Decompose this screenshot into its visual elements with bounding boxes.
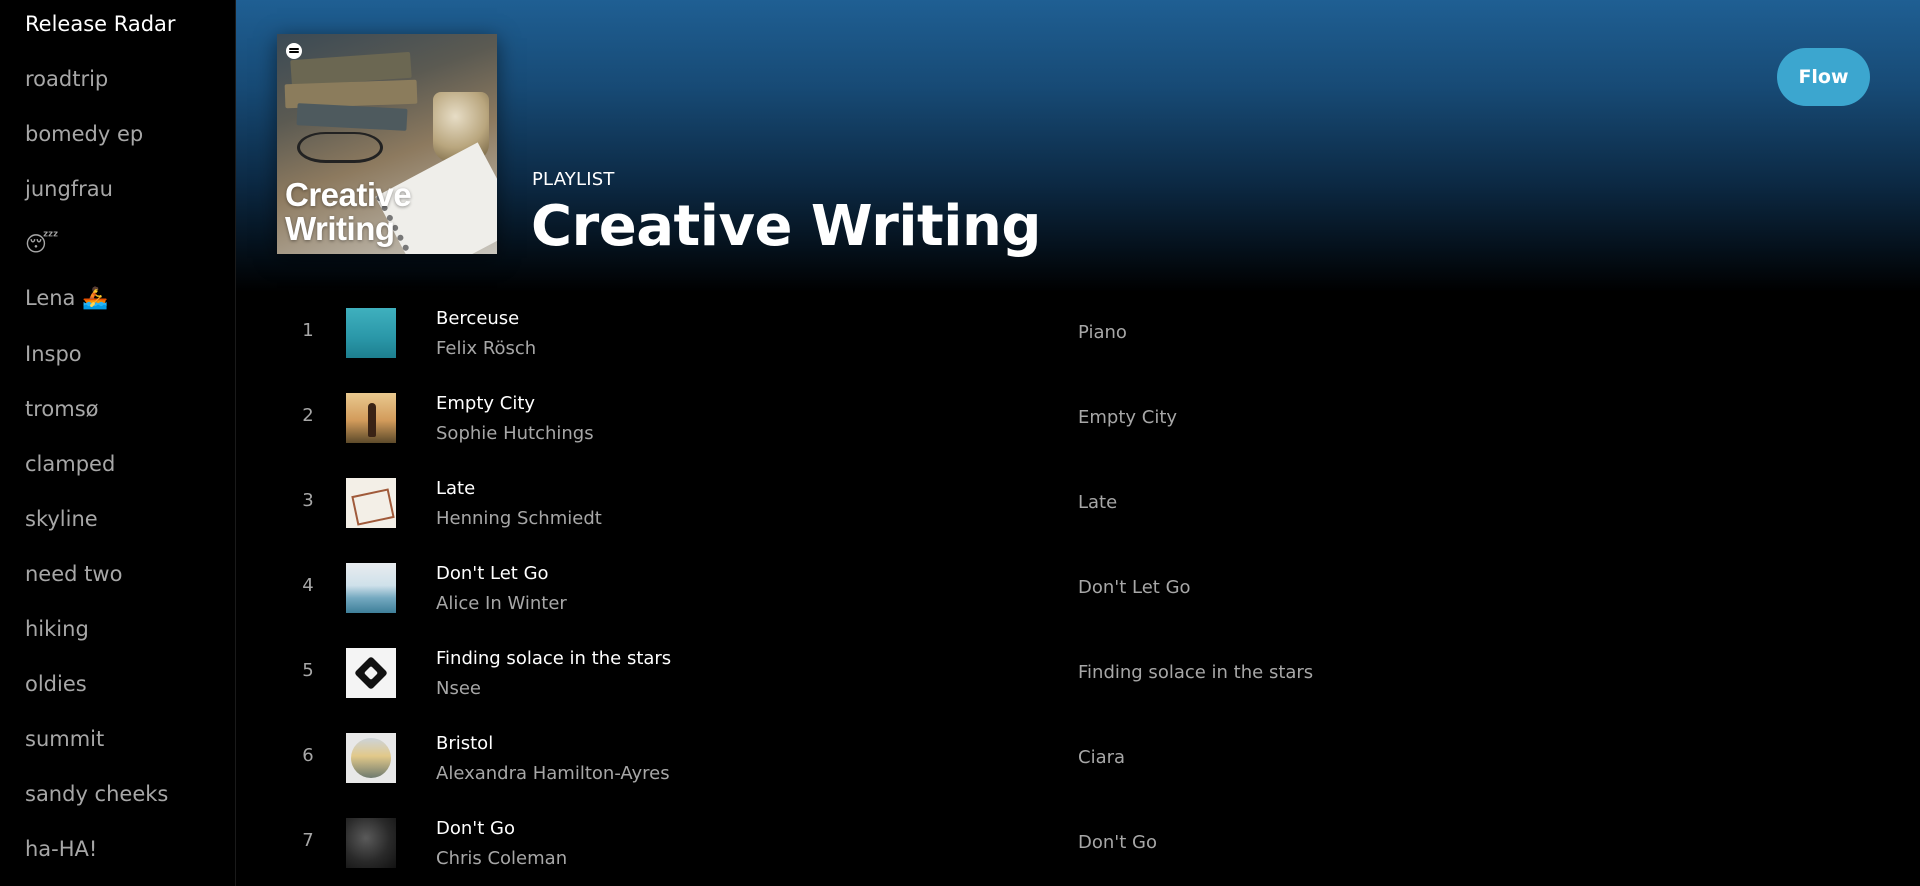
track-artist[interactable]: Alice In Winter (436, 593, 567, 614)
track-artist[interactable]: Nsee (436, 678, 481, 699)
album-art-image (346, 733, 396, 783)
sidebar-item-bomedy-ep[interactable]: bomedy ep (0, 106, 235, 161)
album-art-image (346, 648, 396, 698)
sidebar-item-skyline[interactable]: skyline (0, 491, 235, 546)
album-art-image (346, 563, 396, 613)
page-title: Creative Writing (531, 194, 1041, 259)
album-art-circle (351, 738, 391, 778)
cover-glasses-shape (297, 132, 383, 163)
flow-button[interactable]: Flow (1777, 48, 1870, 106)
album-art-image (346, 818, 396, 868)
sidebar: Release Radar roadtrip bomedy ep jungfra… (0, 0, 236, 886)
track-number: 1 (302, 320, 314, 341)
sidebar-item-clamped[interactable]: clamped (0, 436, 235, 491)
track-title[interactable]: Late (436, 478, 475, 499)
cover-title-text: Creative Writing (285, 176, 412, 247)
track-number: 3 (302, 490, 314, 511)
spotify-logo-icon (286, 43, 302, 59)
playlist-list: Release Radar roadtrip bomedy ep jungfra… (0, 0, 235, 876)
table-row[interactable]: 2 Empty City Sophie Hutchings Empty City (236, 377, 1920, 462)
album-art-image (346, 308, 396, 358)
track-list: 1 Berceuse Felix Rösch Piano 2 Empty Cit… (236, 292, 1920, 886)
album-art-sketch (351, 488, 395, 526)
table-row[interactable]: 1 Berceuse Felix Rösch Piano (236, 292, 1920, 377)
main-content: Creative Writing PLAYLIST Creative Writi… (236, 0, 1920, 886)
track-album[interactable]: Finding solace in the stars (1078, 662, 1313, 683)
track-number: 5 (302, 660, 314, 681)
album-art-knot (354, 656, 388, 690)
track-title[interactable]: Don't Let Go (436, 563, 549, 584)
track-title[interactable]: Bristol (436, 733, 493, 754)
sidebar-item-summit[interactable]: summit (0, 711, 235, 766)
track-title[interactable]: Berceuse (436, 308, 519, 329)
table-row[interactable]: 6 Bristol Alexandra Hamilton-Ayres Ciara (236, 717, 1920, 802)
cover-title-line: Writing (285, 210, 395, 247)
cover-title-line: Creative (285, 176, 412, 213)
track-title[interactable]: Empty City (436, 393, 535, 414)
sidebar-item-sandy-cheeks[interactable]: sandy cheeks (0, 766, 235, 821)
table-row[interactable]: 3 Late Henning Schmiedt Late (236, 462, 1920, 547)
app-window: Release Radar roadtrip bomedy ep jungfra… (0, 0, 1920, 886)
track-album[interactable]: Piano (1078, 322, 1127, 343)
sidebar-item-oldies[interactable]: oldies (0, 656, 235, 711)
track-artist[interactable]: Sophie Hutchings (436, 423, 594, 444)
album-art-figure (368, 403, 376, 437)
sidebar-item-lena[interactable]: Lena 🚣 (0, 271, 235, 326)
track-number: 4 (302, 575, 314, 596)
sidebar-item-tromso[interactable]: tromsø (0, 381, 235, 436)
sidebar-item-jungfrau[interactable]: jungfrau (0, 161, 235, 216)
track-album[interactable]: Ciara (1078, 747, 1125, 768)
sidebar-item-sleepy-emoji[interactable]: 😴 (0, 216, 235, 271)
track-artist[interactable]: Alexandra Hamilton-Ayres (436, 763, 670, 784)
album-art-image (346, 478, 396, 528)
sidebar-item-hiking[interactable]: hiking (0, 601, 235, 656)
table-row[interactable]: 5 Finding solace in the stars Nsee Findi… (236, 632, 1920, 717)
track-title[interactable]: Finding solace in the stars (436, 648, 671, 669)
track-artist[interactable]: Chris Coleman (436, 848, 567, 869)
track-artist[interactable]: Felix Rösch (436, 338, 536, 359)
sidebar-item-ha-ha[interactable]: ha-HA! (0, 821, 235, 876)
track-artist[interactable]: Henning Schmiedt (436, 508, 602, 529)
table-row[interactable]: 7 Don't Go Chris Coleman Don't Go (236, 802, 1920, 886)
playlist-cover-image: Creative Writing (277, 34, 497, 254)
playlist-type-label: PLAYLIST (532, 169, 615, 190)
track-album[interactable]: Late (1078, 492, 1117, 513)
track-album[interactable]: Empty City (1078, 407, 1177, 428)
track-album[interactable]: Don't Let Go (1078, 577, 1191, 598)
sidebar-item-inspo[interactable]: Inspo (0, 326, 235, 381)
playlist-header: Creative Writing PLAYLIST Creative Writi… (236, 0, 1920, 292)
track-number: 6 (302, 745, 314, 766)
table-row[interactable]: 4 Don't Let Go Alice In Winter Don't Let… (236, 547, 1920, 632)
album-art-image (346, 393, 396, 443)
track-number: 7 (302, 830, 314, 851)
sidebar-item-need-two[interactable]: need two (0, 546, 235, 601)
track-album[interactable]: Don't Go (1078, 832, 1157, 853)
cover-book-shape (296, 103, 408, 131)
sidebar-item-roadtrip[interactable]: roadtrip (0, 51, 235, 106)
track-number: 2 (302, 405, 314, 426)
track-title[interactable]: Don't Go (436, 818, 515, 839)
sidebar-item-release-radar[interactable]: Release Radar (0, 0, 235, 51)
